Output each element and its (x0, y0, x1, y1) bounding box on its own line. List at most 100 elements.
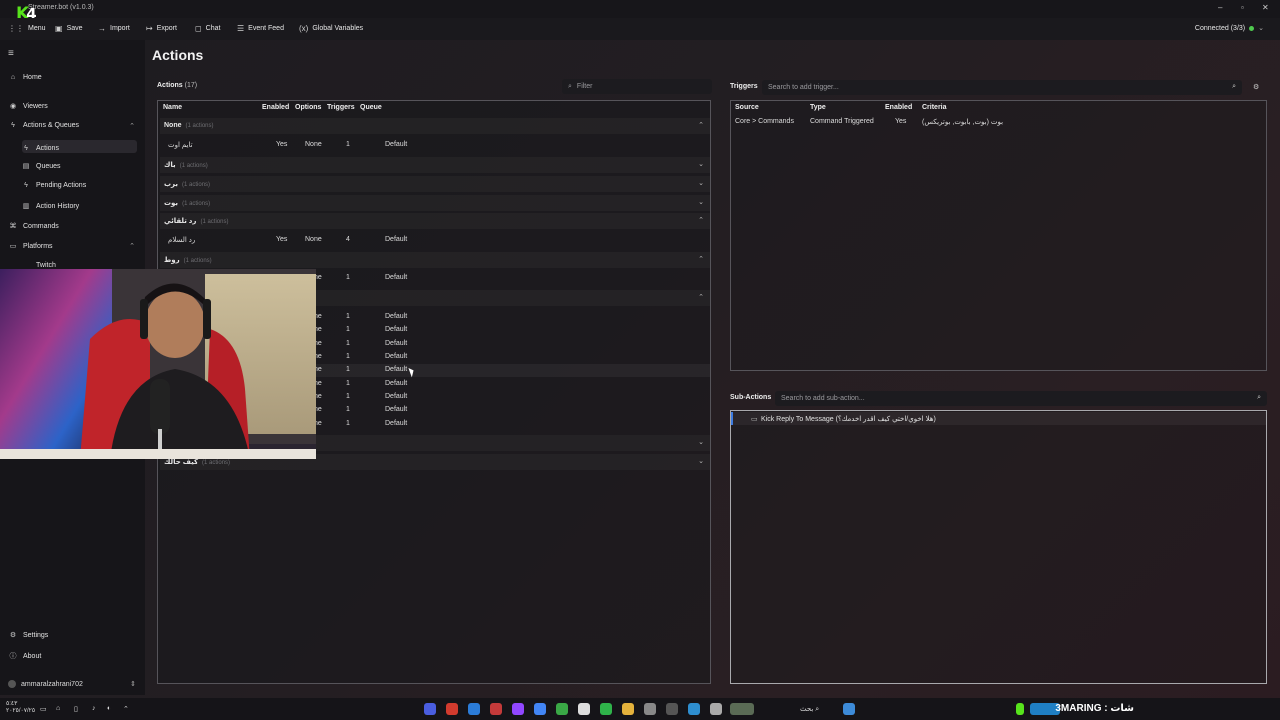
chevron-up-icon: ⌃ (129, 243, 135, 250)
column-header-enabled[interactable]: Enabled (885, 104, 912, 111)
group-name: None (1 actions) (164, 122, 214, 129)
sidebar-item-platforms[interactable]: ▭ Platforms ⌃ (9, 242, 137, 251)
list-icon: ☰ (237, 24, 245, 33)
column-header-triggers[interactable]: Triggers (327, 104, 355, 111)
minimize-button[interactable]: – (1218, 3, 1222, 12)
search-icon: ⌕ (1257, 394, 1261, 401)
sidebar-item-label: Actions (36, 144, 59, 152)
maximize-button[interactable]: ▫ (1241, 3, 1244, 12)
sidebar-item-label: Settings (23, 631, 49, 639)
toolbar: ⋮⋮ Menu ▣ Save → Import ↦ Export ◻ Chat ☰ Even… (0, 18, 1280, 40)
import-button[interactable]: → Import (98, 24, 130, 33)
column-header-queue[interactable]: Queue (360, 104, 382, 111)
save-button[interactable]: ▣ Save (55, 24, 83, 33)
play-icon[interactable] (600, 703, 612, 715)
column-header-options[interactable]: Options (295, 104, 321, 111)
connection-status[interactable]: Connected (3/3) ⌄ (1195, 24, 1264, 33)
export-button[interactable]: ↦ Export (146, 24, 177, 33)
chevron-up-icon: ⌃ (698, 217, 704, 224)
event-feed-button[interactable]: ☰ Event Feed (237, 24, 284, 33)
sidebar-item-queues[interactable]: ▤ Queues (22, 162, 137, 171)
action-group[interactable]: باك (1 actions) ⌄ (160, 157, 710, 173)
viewers-icon: ◉ (9, 103, 17, 110)
app-icon[interactable] (710, 703, 722, 715)
taskbar-search[interactable]: بحث ⌕ (800, 705, 819, 714)
windows-start-icon[interactable] (843, 703, 855, 715)
hamburger-icon[interactable]: ≡ (8, 48, 14, 59)
trigger-type[interactable]: Command Triggered (810, 118, 874, 125)
app-icon[interactable] (424, 703, 436, 715)
app-icon[interactable] (644, 703, 656, 715)
sidebar-item-viewers[interactable]: ◉ Viewers (9, 102, 137, 111)
event-feed-label: Event Feed (248, 25, 284, 32)
group-count: (1 actions) (182, 182, 211, 188)
cell-triggers: 1 (346, 313, 350, 320)
close-button[interactable]: ✕ (1262, 3, 1269, 12)
app-icon[interactable] (578, 703, 590, 715)
trigger-criteria[interactable]: بوت (بوت, بابوت, بوتريكس) (922, 118, 1003, 126)
microphone-icon[interactable]: ♪ (92, 705, 96, 712)
subaction-search-input[interactable]: Search to add sub-action... ⌕ (775, 391, 1267, 406)
twitch-icon[interactable] (512, 703, 524, 715)
sidebar-item-action-history[interactable]: ▥ Action History (22, 202, 137, 211)
menu-button[interactable]: ⋮⋮ Menu (8, 24, 46, 33)
cell-queue: Default (385, 420, 408, 427)
search-icon: ⌕ (815, 706, 820, 713)
app-icon[interactable] (468, 703, 480, 715)
sidebar-item-commands[interactable]: ⌘ Commands (9, 222, 137, 231)
variable-icon: (x) (299, 24, 309, 33)
kick-icon (1016, 703, 1024, 715)
trigger-enabled[interactable]: Yes (895, 118, 906, 125)
lightning-icon: ϟ (11, 122, 15, 129)
app-icon[interactable] (556, 703, 568, 715)
trigger-search-input[interactable]: Search to add trigger... ⌕ (762, 80, 1242, 95)
sidebar-item-home[interactable]: ⌂ Home (9, 74, 137, 81)
app-icon[interactable] (490, 703, 502, 715)
actions-heading: Actions (17) (157, 82, 197, 89)
subaction-search-placeholder: Search to add sub-action... (781, 395, 865, 402)
global-variables-button[interactable]: (x) Global Variables (299, 24, 363, 33)
table-row[interactable]: تايم اوت Yes None 1 Default (160, 139, 710, 152)
volume-icon[interactable]: ◐ (107, 705, 111, 712)
filter-input[interactable]: ⌕ Filter (562, 79, 712, 94)
folder-icon[interactable] (622, 703, 634, 715)
chevron-up-icon: ⌃ (698, 294, 704, 301)
column-header-type[interactable]: Type (810, 104, 826, 111)
table-row[interactable]: رد السلام Yes None 4 Default (160, 234, 710, 247)
widget-icon[interactable] (730, 703, 754, 715)
action-group[interactable]: برب (1 actions) ⌄ (160, 176, 710, 192)
edge-icon[interactable] (688, 703, 700, 715)
sidebar-item-actions[interactable]: ϟ Actions (22, 140, 137, 153)
column-header-name[interactable]: Name (163, 104, 182, 111)
action-group[interactable]: رد تلقائي (1 actions) ⌃ (160, 213, 710, 229)
battery-icon[interactable]: ▯ (74, 705, 78, 713)
subaction-item[interactable]: ▭ Kick Reply To Message (هلا اخوي/اختي كي… (731, 412, 1266, 425)
user-account[interactable]: ammaralzahrani702 ⇕ (8, 680, 136, 688)
group-count: (1 actions) (182, 201, 211, 207)
gear-icon[interactable]: ⚙ (1253, 83, 1259, 91)
sidebar-item-pending-actions[interactable]: ϟ Pending Actions (22, 182, 137, 189)
action-group[interactable]: None (1 actions) ⌃ (160, 118, 710, 134)
sidebar-item-actions-queues[interactable]: ϟ Actions & Queues ⌃ (9, 122, 137, 130)
chevron-up-icon[interactable]: ⌃ (123, 705, 129, 713)
sidebar-item-label: Commands (23, 222, 59, 230)
column-header-source[interactable]: Source (735, 104, 759, 111)
cell-queue: Default (385, 380, 408, 387)
menu-label: Menu (28, 25, 46, 32)
app-icon[interactable] (666, 703, 678, 715)
column-header-criteria[interactable]: Criteria (922, 104, 947, 111)
sidebar-item-about[interactable]: ⓘ About (9, 651, 137, 661)
action-group[interactable]: روط (1 actions) ⌃ (160, 252, 710, 268)
sidebar-item-label: Pending Actions (36, 182, 87, 189)
brave-icon[interactable] (446, 703, 458, 715)
chrome-icon[interactable] (534, 703, 546, 715)
chat-button[interactable]: ◻ Chat (195, 24, 220, 33)
sidebar-item-twitch[interactable]: Twitch (22, 262, 137, 269)
column-header-enabled[interactable]: Enabled (262, 104, 289, 111)
network-icon[interactable]: ⌂ (56, 705, 60, 712)
trigger-source[interactable]: Core > Commands (735, 118, 794, 125)
taskbar-clock[interactable]: ٥:٤٣ ٢٠٢٥/٠٧/٢٥ (6, 701, 35, 715)
notification-icon[interactable]: ▭ (40, 705, 47, 713)
action-group[interactable]: بوت (1 actions) ⌄ (160, 195, 710, 211)
sidebar-item-settings[interactable]: ⚙ Settings (9, 631, 137, 640)
